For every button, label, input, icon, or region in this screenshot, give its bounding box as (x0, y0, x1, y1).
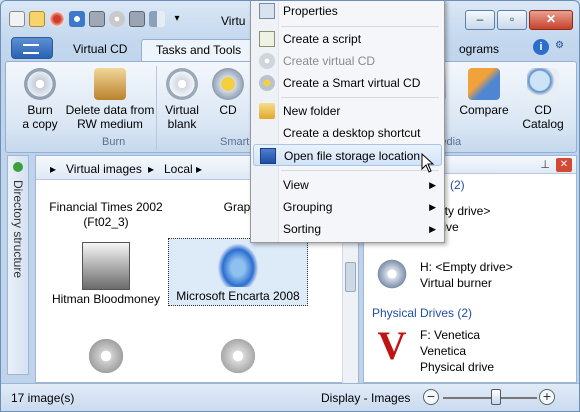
menu-separator (281, 97, 439, 98)
properties-icon (259, 3, 275, 19)
close-icon: ✕ (545, 12, 557, 26)
breadcrumb-arrow-icon: ▸ (50, 162, 57, 176)
ribbon-options-icon[interactable]: ⚙ (555, 40, 571, 54)
menu-item-sorting[interactable]: Sorting ▶ (253, 218, 442, 240)
virtual-blank-button[interactable]: Virtual blank (160, 68, 204, 131)
pin-icon[interactable]: ⊥ (540, 158, 550, 171)
help-icon[interactable]: i (533, 39, 549, 55)
status-dot-icon (13, 162, 23, 172)
group-label-smart: Smart (220, 136, 250, 148)
dropdown-arrow-icon[interactable]: ▾ (169, 11, 185, 27)
disc-icon (214, 332, 262, 380)
burn-disc-icon (24, 68, 56, 100)
zoom-slider-handle[interactable] (491, 389, 501, 405)
cd-catalog-button[interactable]: CD Catalog (514, 68, 572, 131)
minimize-icon: – (476, 12, 484, 26)
tab-tasks-and-tools[interactable]: Tasks and Tools (141, 39, 257, 61)
menu-item-open-file-location[interactable]: Open file storage location (253, 144, 442, 166)
menu-item-new-folder[interactable]: New folder (253, 100, 442, 122)
menu-separator (281, 26, 439, 27)
folder-icon (259, 103, 275, 119)
status-bar: 17 image(s) Display - Images − + (1, 383, 579, 411)
maximize-button[interactable]: ▫ (497, 10, 527, 30)
maximize-icon: ▫ (509, 12, 515, 26)
refresh-icon[interactable] (89, 11, 105, 27)
image-item-iso[interactable] (36, 332, 176, 382)
zoom-out-button[interactable]: − (423, 389, 439, 405)
grid-icon[interactable] (29, 11, 45, 27)
compare-button[interactable]: Compare (458, 68, 510, 117)
storage-location-icon (260, 148, 276, 164)
drive-item-h[interactable]: H: <Empty drive> Virtual burner (372, 254, 572, 294)
menu-icon (23, 44, 39, 54)
split-icon[interactable] (149, 11, 165, 27)
compare-icon (468, 68, 500, 100)
smart-cd-button[interactable]: CD (210, 68, 246, 117)
image-item-hitman[interactable]: Hitman Bloodmoney (36, 242, 176, 307)
image-count: 17 image(s) (11, 391, 75, 405)
menu-item-desktop-shortcut[interactable]: Create a desktop shortcut (253, 122, 442, 144)
menu-item-view[interactable]: View ▶ (253, 174, 442, 196)
target-icon[interactable] (49, 11, 65, 27)
close-button[interactable]: ✕ (529, 10, 573, 30)
window-title: Virtu (221, 14, 246, 28)
menu-item-grouping[interactable]: Grouping ▶ (253, 196, 442, 218)
menu-separator (281, 170, 439, 171)
submenu-arrow-icon: ▶ (429, 224, 436, 234)
star-disc-icon (212, 68, 244, 100)
blank-disc-icon (166, 68, 198, 100)
virtual-cd-icon (259, 53, 275, 69)
menu-item-create-script[interactable]: Create a script (253, 28, 442, 50)
menu-item-properties[interactable]: Properties (253, 1, 442, 22)
drive-item-f[interactable]: V F: Venetica Venetica Physical drive (372, 326, 572, 382)
directory-structure-tab[interactable]: Directory structure (7, 155, 29, 375)
tab-programs[interactable]: ograms (445, 39, 513, 61)
delete-rw-button[interactable]: Delete data from RW medium (62, 68, 158, 131)
catalog-magnifier-icon (527, 68, 559, 100)
smart-cd-icon (259, 75, 275, 91)
pane-close-icon[interactable]: ✕ (556, 158, 572, 172)
image-item-disc[interactable] (168, 332, 308, 382)
physical-drives-header[interactable]: Physical Drives (2) (372, 306, 472, 320)
group-label-burn: Burn (102, 136, 126, 148)
app-window: ▾ Virtu – ▫ ✕ Virtual CD Tasks and Tools… (0, 0, 580, 412)
burn-copy-button[interactable]: Burn a copy (18, 68, 62, 131)
encarta-logo-icon (214, 239, 262, 287)
menu-item-create-virtual-cd[interactable]: Create virtual CD (253, 50, 442, 72)
minimize-button[interactable]: – (465, 10, 495, 30)
ribbon-separator (156, 66, 157, 150)
rw-disc-icon (94, 68, 126, 100)
script-icon (259, 31, 275, 47)
virtual-drives-header[interactable]: (2) (450, 178, 465, 192)
breadcrumb-root[interactable]: Virtual images (66, 162, 142, 176)
display-mode[interactable]: Display - Images (321, 391, 410, 405)
mouse-cursor-icon (421, 153, 435, 173)
tab-virtual-cd[interactable]: Virtual CD (59, 39, 141, 61)
submenu-arrow-icon: ▶ (429, 180, 436, 190)
app-menu-button[interactable] (11, 37, 53, 59)
breadcrumb-arrow-icon: ▸ (196, 162, 203, 176)
virtual-burner-icon (372, 254, 412, 294)
disc-icon[interactable] (109, 11, 125, 27)
breadcrumb-current[interactable]: Local (164, 162, 193, 176)
tape-icon[interactable] (129, 11, 145, 27)
submenu-arrow-icon: ▶ (429, 202, 436, 212)
new-doc-icon[interactable] (9, 11, 25, 27)
hitman-cover-icon (82, 242, 130, 290)
download-icon[interactable] (69, 11, 85, 27)
venetica-logo-icon: V (377, 323, 407, 368)
scrollbar-thumb[interactable] (345, 262, 356, 292)
menu-item-create-smart-cd[interactable]: Create a Smart virtual CD (253, 72, 442, 94)
context-menu: Properties Create a script Create virtua… (250, 1, 445, 243)
zoom-slider[interactable] (443, 397, 537, 399)
image-item-financial-times[interactable]: Financial Times 2002 (Ft02_3) (36, 180, 176, 230)
image-item-encarta[interactable]: Microsoft Encarta 2008 (168, 238, 308, 306)
window-controls: – ▫ ✕ (465, 10, 573, 30)
iso-disc-icon (82, 332, 130, 380)
breadcrumb-arrow-icon: ▸ (148, 162, 155, 176)
quick-access-toolbar: ▾ (9, 11, 185, 27)
zoom-in-button[interactable]: + (539, 389, 555, 405)
